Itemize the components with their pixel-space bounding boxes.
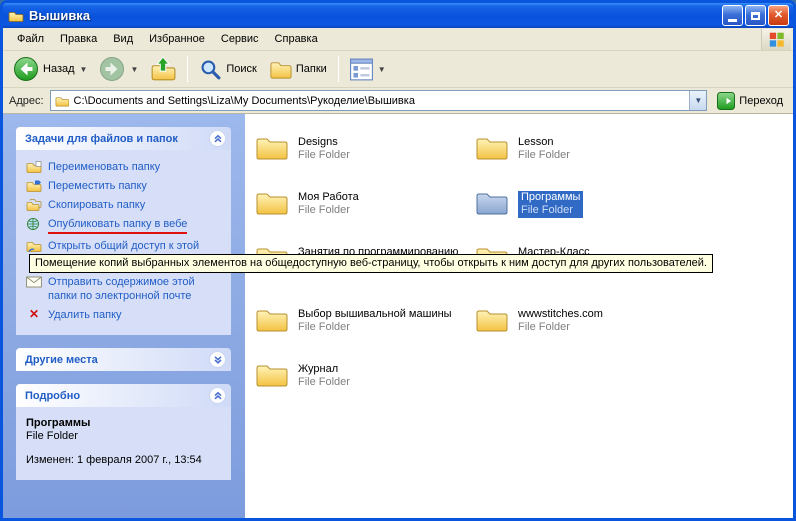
- folder-icon: [255, 188, 289, 216]
- folders-icon: [269, 58, 292, 81]
- views-button[interactable]: ▼: [344, 54, 392, 85]
- share-folder-icon: [26, 239, 42, 253]
- go-button[interactable]: Переход: [713, 90, 787, 112]
- close-button[interactable]: ✕: [768, 5, 789, 26]
- go-icon: [717, 92, 735, 110]
- menu-tools[interactable]: Сервис: [213, 30, 267, 48]
- forward-icon: [99, 56, 125, 82]
- explorer-window: Вышивка ✕ Файл Правка Вид Избранное Серв…: [0, 0, 796, 521]
- menu-favorites[interactable]: Избранное: [141, 30, 213, 48]
- folder-tile-lesson[interactable]: LessonFile Folder: [475, 133, 690, 162]
- menu-view[interactable]: Вид: [105, 30, 141, 48]
- folder-tile-moya-rabota[interactable]: Моя РаботаFile Folder: [255, 188, 470, 217]
- folder-tile-zhurnal[interactable]: ЖурналFile Folder: [255, 360, 470, 389]
- expand-chevron-icon[interactable]: [209, 351, 226, 368]
- search-icon: [199, 58, 222, 81]
- maximize-button[interactable]: [745, 5, 766, 26]
- tasks-section-header[interactable]: Задачи для файлов и папок: [16, 127, 231, 150]
- back-label: Назад: [43, 63, 75, 75]
- close-icon: ✕: [774, 10, 783, 21]
- folder-tile-vybor-mashiny[interactable]: Выбор вышивальной машиныFile Folder: [255, 305, 470, 334]
- details-body: Программы File Folder Изменен: 1 февраля…: [16, 407, 231, 480]
- task-delete-folder[interactable]: ✕ Удалить папку: [26, 308, 225, 322]
- folders-button[interactable]: Папки: [263, 54, 333, 85]
- address-input[interactable]: [74, 92, 686, 109]
- folders-label: Папки: [296, 63, 327, 75]
- window-title: Вышивка: [29, 8, 720, 23]
- folder-icon: [255, 305, 289, 333]
- toolbar-separator: [187, 56, 188, 82]
- toolbar-separator: [338, 56, 339, 82]
- views-dropdown-icon: ▼: [378, 65, 386, 74]
- selected-folder-icon: [475, 188, 509, 216]
- up-folder-icon: [150, 56, 176, 82]
- menu-file[interactable]: Файл: [9, 30, 52, 48]
- views-icon: [350, 58, 373, 81]
- details-header[interactable]: Подробно: [16, 384, 231, 407]
- other-places-title: Другие места: [25, 354, 98, 366]
- address-combo[interactable]: ▼: [50, 90, 708, 111]
- task-share-folder[interactable]: Открыть общий доступ к этой: [26, 239, 225, 253]
- publish-globe-icon: [26, 217, 42, 231]
- folder-icon: [255, 360, 289, 388]
- back-dropdown-icon: ▼: [80, 65, 88, 74]
- details-folder-name: Программы: [26, 417, 225, 429]
- task-pane: Задачи для файлов и папок Переименовать …: [3, 114, 245, 518]
- menu-bar: Файл Правка Вид Избранное Сервис Справка: [3, 28, 793, 51]
- other-places-header[interactable]: Другие места: [16, 348, 231, 371]
- address-folder-icon: [55, 95, 70, 107]
- section-file-folder-tasks: Задачи для файлов и папок Переименовать …: [16, 127, 231, 335]
- folder-icon: [475, 305, 509, 333]
- folder-tile-designs[interactable]: DesignsFile Folder: [255, 133, 470, 162]
- forward-button[interactable]: ▼: [93, 52, 144, 86]
- section-other-places: Другие места: [16, 348, 231, 371]
- copy-folder-icon: [26, 198, 42, 212]
- task-email-folder[interactable]: Отправить содержимое этой папки по элект…: [26, 275, 225, 303]
- up-button[interactable]: [144, 52, 182, 86]
- task-publish-folder-web[interactable]: Опубликовать папку в вебе: [26, 217, 225, 234]
- details-modified: Изменен: 1 февраля 2007 г., 13:54: [26, 454, 225, 466]
- address-dropdown-icon[interactable]: ▼: [689, 91, 706, 110]
- menu-help[interactable]: Справка: [267, 30, 326, 48]
- task-move-folder[interactable]: Переместить папку: [26, 179, 225, 193]
- details-folder-type: File Folder: [26, 430, 225, 442]
- window-folder-icon: [8, 9, 24, 23]
- main-area: Задачи для файлов и папок Переименовать …: [3, 114, 793, 518]
- folder-tile-wwwstitches[interactable]: wwwstitches.comFile Folder: [475, 305, 690, 334]
- menu-edit[interactable]: Правка: [52, 30, 105, 48]
- back-button[interactable]: Назад ▼: [7, 52, 93, 86]
- collapse-chevron-icon[interactable]: [209, 130, 226, 147]
- windows-flag-icon: [761, 29, 791, 50]
- minimize-icon: [728, 19, 737, 22]
- search-label: Поиск: [226, 63, 256, 75]
- move-folder-icon: [26, 179, 42, 193]
- section-details: Подробно Программы File Folder Изменен: …: [16, 384, 231, 480]
- go-label: Переход: [739, 95, 783, 107]
- address-label: Адрес:: [9, 95, 44, 107]
- maximize-icon: [751, 12, 760, 20]
- tasks-section-title: Задачи для файлов и папок: [25, 133, 178, 145]
- search-button[interactable]: Поиск: [193, 54, 262, 85]
- folder-tile-programmy-selected[interactable]: ПрограммыFile Folder: [475, 188, 690, 218]
- forward-dropdown-icon: ▼: [130, 65, 138, 74]
- rename-folder-icon: [26, 160, 42, 174]
- address-bar: Адрес: ▼ Переход: [3, 88, 793, 114]
- task-copy-folder[interactable]: Скопировать папку: [26, 198, 225, 212]
- folder-icon: [255, 133, 289, 161]
- email-envelope-icon: [26, 275, 42, 289]
- tasks-section-body: Переименовать папку Переместить папку Ск…: [16, 150, 231, 335]
- folder-content: DesignsFile Folder LessonFile Folder Моя…: [245, 114, 793, 518]
- delete-cross-icon: ✕: [26, 308, 42, 321]
- folder-icon: [475, 133, 509, 161]
- task-rename-folder[interactable]: Переименовать папку: [26, 160, 225, 174]
- minimize-button[interactable]: [722, 5, 743, 26]
- toolbar: Назад ▼ ▼ Поиск Папки: [3, 51, 793, 88]
- collapse-chevron-icon[interactable]: [209, 387, 226, 404]
- titlebar: Вышивка ✕: [3, 3, 793, 28]
- details-title: Подробно: [25, 390, 80, 402]
- tooltip: Помещение копий выбранных элементов на о…: [29, 254, 713, 273]
- back-icon: [13, 56, 39, 82]
